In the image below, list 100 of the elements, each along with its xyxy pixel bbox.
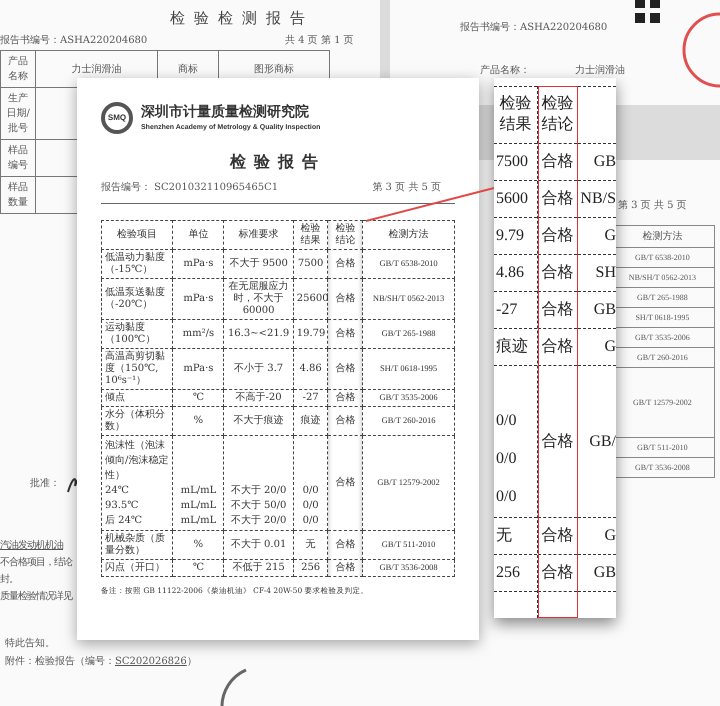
text-line: 质量检验情况详见 — [0, 591, 72, 604]
table-cell: 合格 — [328, 435, 363, 530]
table-cell-text: 痕迹 — [496, 336, 528, 357]
stamp-drawing — [218, 668, 248, 706]
column-heading: 标准要求 — [224, 220, 294, 249]
table-cell: 闪点（开口） — [102, 559, 173, 576]
table-cell: NB/SH/T 0562-2013 — [362, 278, 454, 319]
table-cell: GB/T 260-2016 — [362, 406, 454, 435]
table-cell: 在无屈服应力时，不大于 60000 — [224, 278, 294, 319]
table-cell-text: 256 — [496, 563, 520, 583]
table-cell: 不低于 215 — [224, 559, 294, 576]
table-cell: 运动黏度（100℃） — [102, 319, 173, 348]
column-heading: 检验结果 — [293, 220, 328, 249]
table-cell: GB/T 3536-2008 — [362, 559, 454, 576]
table-cell-text: 0/0 — [496, 487, 516, 507]
table-cell: 合格 — [328, 530, 363, 559]
table-cell: 25600 — [293, 278, 328, 319]
table-cell: % — [172, 406, 224, 435]
table-cell-text: 无 — [496, 526, 512, 546]
table-cell: 痕迹 — [293, 406, 328, 435]
table-cell: 256 — [293, 559, 328, 576]
report-title: 检验检测报告 — [170, 8, 314, 29]
table-cell: SH/T 0618-1995 — [362, 348, 454, 389]
table-cell-text: 不大于 50/0 — [230, 498, 288, 512]
field-label: 产品名称： — [480, 65, 530, 78]
table-cell: 不大于 9500 — [224, 249, 294, 278]
table-cell: 合格 — [328, 278, 363, 319]
table-cell: mPa·s — [172, 348, 224, 389]
table-cell: 合格 — [328, 249, 363, 278]
page-info: 共 4 页 第 1 页 — [285, 35, 354, 48]
table-cell-text: 0/0 — [302, 514, 320, 528]
table-cell: 不大于 0.01 — [224, 530, 294, 559]
table-cell: mm²/s — [172, 319, 224, 348]
table-cell-text: 泡沫性（泡沫倾向/泡沫稳定性） — [105, 438, 170, 482]
table-cell-text: 合格 — [542, 337, 574, 357]
table-cell-text: 合格 — [542, 263, 574, 283]
table-cell-text: 4.86 — [496, 263, 524, 283]
logo-icon: SMQ — [101, 102, 133, 134]
table-cell: 机械杂质（质量分数） — [102, 530, 173, 559]
text-line: 封。 — [0, 574, 18, 586]
table-cell-text: NB/S — [580, 189, 616, 209]
table-cell: 样品编号 — [0, 140, 36, 176]
column-heading: 检验结论 — [540, 94, 574, 135]
table-cell-text: 合格 — [542, 526, 574, 546]
column-heading: 检验结果 — [498, 94, 532, 135]
field-label: 批准： — [30, 478, 60, 490]
table-cell: 无 — [293, 530, 328, 559]
table-cell-text: 合格 — [542, 563, 574, 583]
table-cell: GB/T 3535-2006 — [362, 389, 454, 406]
text-line: 不合格项目，结论 — [0, 557, 72, 570]
table-cell: 样品数量 — [0, 176, 36, 214]
table-cell: GB/T 511-2010 — [362, 530, 454, 559]
table-cell: 不高于-20 — [224, 389, 294, 406]
table-cell: 合格 — [328, 559, 363, 576]
table-cell-text: 不大于 20/0 — [230, 484, 288, 498]
table-cell: 生产日期/批号 — [0, 88, 36, 140]
table-cell: GB/T 12579-2002 — [362, 435, 454, 530]
table-cell: ℃ — [172, 559, 224, 576]
table-cell: 合格 — [328, 348, 363, 389]
table-cell-text: 0/0 — [302, 484, 320, 498]
table-cell: 低温动力黏度（-15℃） — [102, 249, 173, 278]
table-cell-text: 不大于 20/0 — [230, 514, 288, 528]
table-cell: 低温泵送黏度（-20℃） — [102, 278, 173, 319]
report-number: 报告书编号：ASHA220204680 — [0, 35, 148, 48]
column-heading: 检测方法 — [362, 220, 454, 249]
table-cell-text: 0/0 — [496, 449, 516, 469]
table-cell-text: 合格 — [542, 189, 574, 209]
table-cell: 倾点 — [102, 389, 173, 406]
table-cell-text: mL/mL — [180, 484, 218, 498]
table-cell-text: -27 — [496, 300, 518, 320]
table-cell-text: mL/mL — [180, 498, 218, 512]
table-cell: ℃ — [172, 389, 224, 406]
table-cell: GB/T 265-1988 — [362, 319, 454, 348]
table-cell-text: 合格 — [542, 226, 574, 246]
table-cell: 合格 — [328, 319, 363, 348]
table-cell: 不大于痕迹 — [224, 406, 294, 435]
table-cell-text: 24℃ — [105, 484, 130, 498]
table-cell: 水分（体积分数） — [102, 406, 173, 435]
table-cell-text: 合格 — [542, 152, 574, 172]
page-info: 第 3 页 共 5 页 — [618, 200, 687, 212]
table-cell: 产品名称 — [0, 50, 36, 88]
report-title: 检验报告 — [228, 151, 327, 173]
table-cell: 16.3~<21.9 — [224, 319, 294, 348]
table-cell-text: 7500 — [496, 152, 528, 172]
text-line: 汽油发动机机油 — [0, 540, 63, 552]
attachment-line: 附件：检验报告（编号：SC202026826） — [5, 656, 197, 668]
table-cell-text: G — [604, 526, 616, 546]
table-cell: 7500 — [293, 249, 328, 278]
column-heading: 单位 — [172, 220, 224, 249]
closing-text: 特此告知。 — [5, 638, 55, 650]
column-heading: 检验项目 — [102, 220, 173, 249]
table-cell-text: G — [604, 226, 616, 246]
report-number: 报告编号： SC201032110965465C1 — [101, 182, 278, 194]
table-cell-text: 9.79 — [496, 226, 524, 246]
table-cell: 不小于 3.7 — [224, 348, 294, 389]
page-info: 第 3 页 共 5 页 — [372, 182, 441, 194]
field-value: 力士润滑油 — [575, 65, 625, 78]
table-cell: 19.79 — [293, 319, 328, 348]
table-cell: % — [172, 530, 224, 559]
table-cell: mPa·s — [172, 278, 224, 319]
